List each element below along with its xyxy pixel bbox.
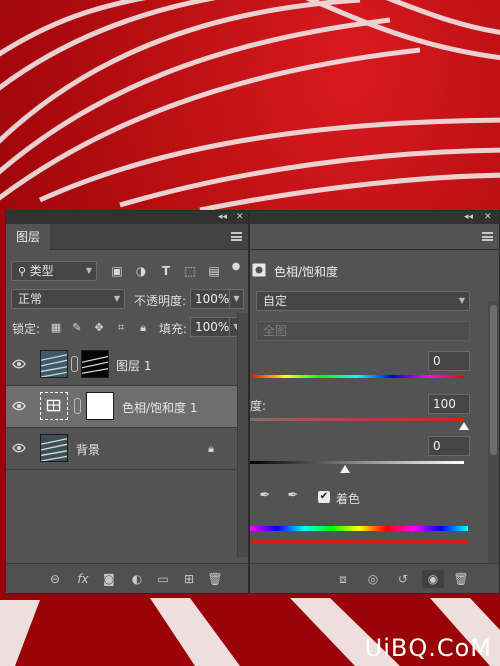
layer-thumbnail: [40, 434, 68, 462]
fx-icon[interactable]: fx: [74, 570, 92, 588]
close-icon[interactable]: ✕: [236, 211, 244, 224]
colorize-label: 着色: [336, 492, 361, 506]
hue-saturation-adjustment-icon: [46, 399, 61, 412]
mask-link-icon[interactable]: [71, 356, 78, 372]
filter-toggle-icon[interactable]: ●: [228, 259, 244, 275]
blend-mode-label: 正常: [18, 292, 43, 306]
preset-label: 自定: [263, 294, 288, 308]
layer-name[interactable]: 图层 1: [116, 357, 151, 374]
layers-scrollbar[interactable]: [237, 313, 248, 557]
fill-field[interactable]: 100%: [190, 317, 230, 337]
blend-mode-dropdown[interactable]: 正常 ▼: [11, 289, 125, 309]
colorize-checkbox[interactable]: ✔: [318, 491, 330, 503]
eye-icon[interactable]: [12, 400, 26, 412]
lock-transparent-pixels-icon[interactable]: ▦: [49, 321, 63, 335]
opacity-field[interactable]: 100%: [190, 289, 230, 309]
result-color-bar: [250, 539, 468, 544]
lock-label: 锁定:: [12, 322, 41, 336]
filter-kind-label: 类型: [29, 264, 54, 278]
collapse-icon[interactable]: ◂◂: [218, 211, 227, 224]
search-icon: ⚲: [18, 265, 30, 278]
shape-filter-icon[interactable]: ⬚: [182, 263, 198, 279]
layer-row-layer-1[interactable]: 图层 1: [6, 344, 238, 386]
type-filter-icon[interactable]: T: [158, 263, 174, 279]
add-to-sample-eyedropper-icon[interactable]: ✒: [286, 489, 300, 503]
view-previous-icon[interactable]: ◎: [364, 570, 382, 588]
scrollbar-thumb[interactable]: [490, 305, 497, 455]
filter-kind-dropdown[interactable]: ⚲ 类型 ▼: [11, 261, 97, 281]
delete-layer-icon[interactable]: 🗑︎: [206, 570, 224, 588]
eye-icon[interactable]: [12, 358, 26, 370]
channel-dropdown[interactable]: 全图: [256, 321, 470, 341]
properties-panel-titlebar[interactable]: ◂◂ ✕: [250, 211, 499, 224]
layer-name[interactable]: 色相/饱和度 1: [122, 399, 198, 416]
link-layers-icon[interactable]: ⊖: [46, 570, 64, 588]
lock-artboard-icon[interactable]: ⌗: [114, 321, 128, 335]
opacity-slider-toggle[interactable]: ▼: [230, 289, 244, 309]
adjustment-layer-thumbnail: [40, 392, 68, 420]
properties-scrollbar[interactable]: [488, 301, 499, 563]
opacity-label: 不透明度:: [134, 294, 187, 308]
image-filter-icon[interactable]: ▣: [109, 263, 125, 279]
channel-label: 全图: [263, 324, 288, 338]
properties-title: 色相/饱和度: [274, 265, 339, 279]
adjustment-mask-icon[interactable]: [252, 263, 266, 277]
layer-name[interactable]: 背景: [76, 441, 100, 458]
lock-all-icon[interactable]: 🔒︎: [136, 321, 150, 335]
lock-position-icon[interactable]: ✥: [92, 321, 106, 335]
lock-image-pixels-icon[interactable]: ✎: [70, 321, 84, 335]
properties-bottom-toolbar: ⧈ ◎ ↺ ◉ 🗑︎: [250, 563, 499, 593]
saturation-value-field[interactable]: 100: [428, 394, 470, 414]
watermark: UiBQ.CoM: [364, 634, 492, 662]
layer-locked-icon: 🔒︎: [208, 442, 214, 455]
layer-mask-thumbnail[interactable]: [86, 392, 114, 420]
source-color-bar: [250, 526, 468, 531]
layer-mask-thumbnail[interactable]: [81, 350, 109, 378]
lightness-slider-track[interactable]: [250, 461, 464, 464]
mask-link-icon[interactable]: [74, 398, 81, 414]
fill-label: 填充:: [159, 322, 188, 336]
panel-menu-icon[interactable]: [231, 232, 242, 241]
visibility-icon[interactable]: ◉: [422, 570, 444, 588]
reset-icon[interactable]: ↺: [394, 570, 412, 588]
hue-value-field[interactable]: 0: [428, 351, 470, 371]
adjustment-filter-icon[interactable]: ◑: [133, 263, 149, 279]
eyedropper-icon[interactable]: ✒: [258, 489, 272, 503]
layers-tab-row: 图层: [6, 224, 248, 250]
delete-icon[interactable]: 🗑︎: [452, 570, 470, 588]
layer-row-background[interactable]: 背景 🔒︎: [6, 428, 238, 470]
new-layer-icon[interactable]: ⊞: [180, 570, 198, 588]
clip-to-layer-icon[interactable]: ⧈: [334, 570, 352, 588]
panel-menu-icon[interactable]: [482, 232, 493, 241]
new-adjustment-icon[interactable]: ◐: [128, 570, 146, 588]
layers-panel-titlebar[interactable]: ◂◂ ✕: [6, 211, 248, 224]
properties-panel: ◂◂ ✕ 色相/饱和度 自定 ▼ 全图 0 度: 100 0 ✒ ✒ ✔ 着色 …: [249, 210, 500, 594]
tab-layers[interactable]: 图层: [6, 224, 51, 250]
preset-dropdown[interactable]: 自定 ▼: [256, 291, 470, 311]
hue-slider-track[interactable]: [250, 375, 464, 378]
lightness-value-field[interactable]: 0: [428, 436, 470, 456]
close-icon[interactable]: ✕: [484, 211, 492, 224]
lightness-slider-thumb[interactable]: [340, 465, 350, 473]
saturation-slider-track[interactable]: [250, 418, 464, 421]
layer-row-hue-saturation-1[interactable]: 色相/饱和度 1: [6, 386, 238, 428]
layers-panel: ◂◂ ✕ 图层 ⚲ 类型 ▼ ▣ ◑ T ⬚ ▤ ● 正常 ▼ 不透明度: 10…: [5, 210, 249, 594]
chevron-down-icon: ▼: [85, 266, 92, 275]
new-group-icon[interactable]: ▭: [154, 570, 172, 588]
saturation-slider-thumb[interactable]: [459, 422, 469, 430]
chevron-down-icon: ▼: [458, 296, 465, 305]
layer-thumbnail: [40, 350, 68, 378]
add-mask-icon[interactable]: ◙: [100, 570, 118, 588]
saturation-label: 度:: [250, 399, 267, 413]
layers-bottom-toolbar: ⊖ fx ◙ ◐ ▭ ⊞ 🗑︎: [6, 563, 248, 593]
properties-tab-row: [250, 224, 499, 250]
eye-icon[interactable]: [12, 442, 26, 454]
collapse-icon[interactable]: ◂◂: [464, 211, 473, 224]
smart-object-filter-icon[interactable]: ▤: [206, 263, 222, 279]
chevron-down-icon: ▼: [113, 294, 120, 303]
